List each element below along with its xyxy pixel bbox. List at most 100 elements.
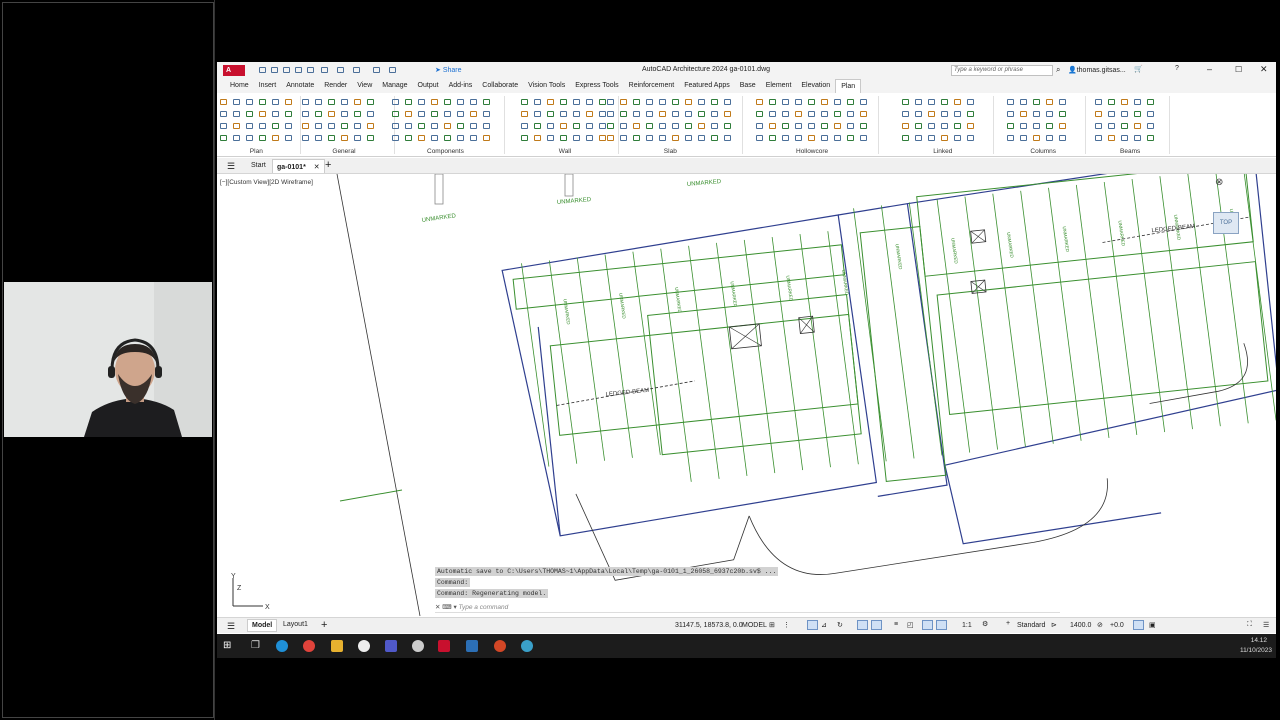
ribbon-tool-icon[interactable] <box>520 99 528 105</box>
ribbon-tool-icon[interactable] <box>671 111 679 117</box>
ribbon-tool-icon[interactable] <box>782 99 789 105</box>
ribbon-tool-icon[interactable] <box>405 111 412 117</box>
ribbon-tab-insert[interactable]: Insert <box>254 79 282 93</box>
ribbon-tool-icon[interactable] <box>431 99 438 105</box>
ribbon-tool-icon[interactable] <box>723 135 731 141</box>
ribbon-tool-icon[interactable] <box>572 135 580 141</box>
ribbon-tool-icon[interactable] <box>328 111 335 117</box>
ribbon-tool-icon[interactable] <box>834 99 841 105</box>
ribbon-tool-icon[interactable] <box>259 135 266 141</box>
workspace-gear-icon[interactable]: ⚙ <box>982 620 988 628</box>
ribbon-tool-icon[interactable] <box>1007 111 1014 117</box>
ribbon-tool-icon[interactable] <box>606 135 614 141</box>
ribbon-tool-icon[interactable] <box>940 99 948 105</box>
ribbon-tool-icon[interactable] <box>914 99 922 105</box>
ribbon-tool-icon[interactable] <box>418 99 425 105</box>
ribbon-tool-icon[interactable] <box>847 111 854 117</box>
ribbon-tool-icon[interactable] <box>710 99 718 105</box>
ribbon-tool-icon[interactable] <box>1059 135 1066 141</box>
ribbon-tool-icon[interactable] <box>723 111 731 117</box>
ribbon-tool-icon[interactable] <box>1095 111 1102 117</box>
annotation-scale-icon[interactable] <box>922 620 933 630</box>
ribbon-tool-icon[interactable] <box>821 99 828 105</box>
ribbon-tab-add-ins[interactable]: Add-ins <box>444 79 478 93</box>
ribbon-tool-icon[interactable] <box>315 99 322 105</box>
ribbon-tool-icon[interactable] <box>1033 111 1040 117</box>
ribbon-tool-icon[interactable] <box>953 111 961 117</box>
ribbon-tool-icon[interactable] <box>966 111 974 117</box>
ribbon-tab-express-tools[interactable]: Express Tools <box>570 79 623 93</box>
search-input[interactable]: Type a keyword or phrase <box>951 65 1053 76</box>
coordinates-readout[interactable]: 31147.5, 18573.8, 0.0 <box>675 622 743 629</box>
ribbon-tool-icon[interactable] <box>782 111 789 117</box>
ribbon-tool-icon[interactable] <box>272 123 279 129</box>
close-button[interactable]: ✕ <box>1260 64 1268 75</box>
ribbon-tool-icon[interactable] <box>658 135 666 141</box>
clock-time[interactable]: 14.12 <box>1217 637 1267 644</box>
ribbon-tool-icon[interactable] <box>1059 123 1066 129</box>
ribbon-tool-icon[interactable] <box>940 111 948 117</box>
cart-icon[interactable]: 🛒 <box>1134 65 1143 73</box>
ribbon-tool-icon[interactable] <box>302 123 309 129</box>
ribbon-tool-icon[interactable] <box>697 135 705 141</box>
search-icon[interactable]: ⌕ <box>1056 65 1060 75</box>
ribbon-tool-icon[interactable] <box>1134 135 1141 141</box>
ribbon-tool-icon[interactable] <box>1033 99 1040 105</box>
ribbon-tool-icon[interactable] <box>457 123 464 129</box>
ribbon-tool-icon[interactable] <box>546 111 554 117</box>
ribbon-tool-icon[interactable] <box>723 99 731 105</box>
ribbon-tool-icon[interactable] <box>405 99 412 105</box>
ribbon-tool-icon[interactable] <box>585 135 593 141</box>
ribbon-tool-icon[interactable] <box>927 111 935 117</box>
ribbon-tool-icon[interactable] <box>1046 135 1053 141</box>
ribbon-tool-icon[interactable] <box>354 111 361 117</box>
autocad-logo-icon[interactable]: A <box>223 65 245 76</box>
ribbon-tool-icon[interactable] <box>233 111 240 117</box>
ribbon-tool-icon[interactable] <box>940 123 948 129</box>
ribbon-tool-icon[interactable] <box>483 99 490 105</box>
tab-start[interactable]: Start <box>251 162 266 169</box>
hardware-accel-icon[interactable] <box>1133 620 1144 630</box>
ribbon-tool-icon[interactable] <box>645 99 653 105</box>
ribbon-tool-icon[interactable] <box>533 99 541 105</box>
ribbon-tool-icon[interactable] <box>769 123 776 129</box>
ribbon-tool-icon[interactable] <box>367 99 374 105</box>
ribbon-tool-icon[interactable] <box>606 111 614 117</box>
view-label[interactable]: [−][Custom View][2D Wireframe] <box>220 179 313 186</box>
ribbon-tool-icon[interactable] <box>671 123 679 129</box>
offset-icon[interactable]: ⊘ <box>1097 621 1103 629</box>
ribbon-tool-icon[interactable] <box>598 111 606 117</box>
ribbon-tab-reinforcement[interactable]: Reinforcement <box>624 79 680 93</box>
new-tab-button[interactable]: + <box>325 159 331 171</box>
ribbon-tool-icon[interactable] <box>315 123 322 129</box>
autocad-taskbar-icon[interactable] <box>438 640 450 652</box>
ribbon-tool-icon[interactable] <box>795 111 802 117</box>
ribbon-tab-plan[interactable]: Plan <box>835 78 862 94</box>
ribbon-tool-icon[interactable] <box>302 135 309 141</box>
ribbon-tool-icon[interactable] <box>572 99 580 105</box>
ribbon-tool-icon[interactable] <box>658 123 666 129</box>
ribbon-tool-icon[interactable] <box>418 123 425 129</box>
ribbon-tool-icon[interactable] <box>847 135 854 141</box>
ribbon-tool-icon[interactable] <box>220 99 227 105</box>
ribbon-tool-icon[interactable] <box>367 123 374 129</box>
menu-icon[interactable]: ☰ <box>227 161 235 172</box>
file-explorer-icon[interactable] <box>331 640 343 652</box>
ribbon-tool-icon[interactable] <box>1108 111 1115 117</box>
powerpoint-icon[interactable] <box>494 640 506 652</box>
user-account[interactable]: 👤thomas.gitsas... <box>1068 66 1126 74</box>
command-input[interactable]: ✕ ⌨ ▾ Type a command <box>435 603 1060 613</box>
ribbon-tool-icon[interactable] <box>341 99 348 105</box>
clean-screen-icon[interactable]: ⛶ <box>1247 621 1252 629</box>
ribbon-tool-icon[interactable] <box>546 135 554 141</box>
ribbon-tool-icon[interactable] <box>684 123 692 129</box>
ribbon-tool-icon[interactable] <box>246 99 253 105</box>
snowflake-icon[interactable] <box>521 640 533 652</box>
ribbon-tool-icon[interactable] <box>444 99 451 105</box>
ribbon-tool-icon[interactable] <box>697 99 705 105</box>
layout-menu-icon[interactable]: ☰ <box>227 621 235 632</box>
ribbon-tool-icon[interactable] <box>220 135 227 141</box>
ribbon-tool-icon[interactable] <box>847 99 854 105</box>
ribbon-tool-icon[interactable] <box>1020 111 1027 117</box>
ribbon-tool-icon[interactable] <box>756 123 763 129</box>
